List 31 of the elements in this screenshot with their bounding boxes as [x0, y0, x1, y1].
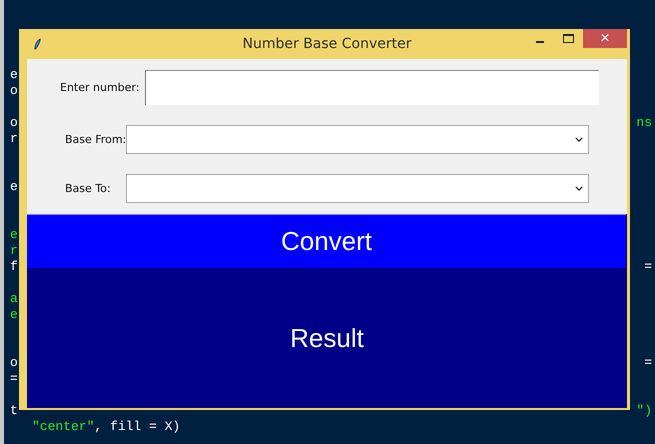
code-text: o — [10, 355, 18, 371]
chevron-down-icon — [575, 186, 583, 191]
code-text: = — [10, 371, 18, 387]
code-text: ns — [636, 115, 652, 131]
field-label: Enter number: — [60, 81, 140, 94]
code-line: "center", fill = X) — [31, 419, 180, 435]
code-text: f — [10, 259, 18, 275]
field-label: Base From: — [65, 133, 126, 146]
result-text: Result — [290, 322, 364, 354]
feather-icon — [33, 38, 42, 50]
code-text: a — [10, 291, 18, 307]
code-text: ") — [636, 403, 652, 419]
code-text: r — [10, 131, 18, 147]
base-dropdown[interactable] — [126, 125, 589, 154]
base-dropdown[interactable] — [126, 174, 589, 203]
code-text: t — [10, 403, 18, 419]
code-text: o — [10, 115, 18, 131]
code-text: e — [10, 179, 18, 195]
code-text: = — [644, 259, 652, 275]
close-button[interactable]: × — [583, 29, 627, 48]
field-label: Base To: — [65, 182, 112, 195]
convert-button[interactable]: Convert — [27, 214, 626, 268]
number-field[interactable] — [145, 70, 600, 105]
code-text: e — [10, 307, 18, 323]
code-text: o — [10, 83, 18, 99]
code-text: e — [10, 67, 18, 83]
code-text: = — [644, 355, 652, 371]
code-text: e — [10, 227, 18, 243]
code-text: r — [10, 243, 18, 259]
window-title: Number Base Converter — [242, 36, 412, 52]
chevron-down-icon — [575, 137, 583, 142]
